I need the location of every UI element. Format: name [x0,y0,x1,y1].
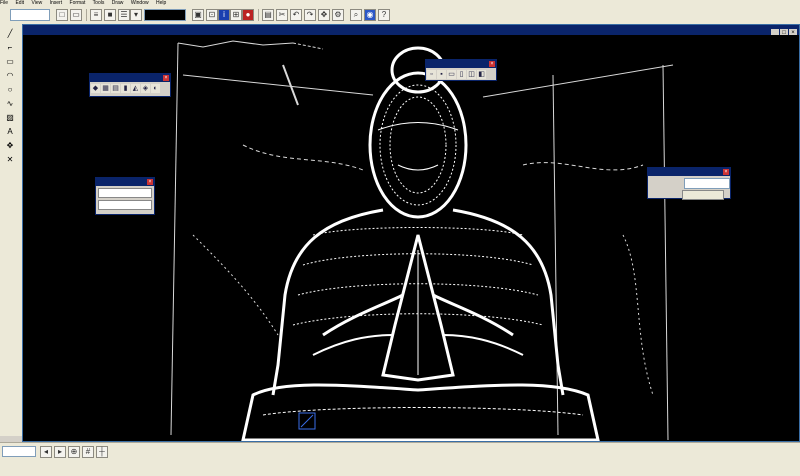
tool-5-icon[interactable]: ◭ [131,84,140,93]
ortho-icon[interactable]: ┼ [96,446,108,458]
tool-6-icon[interactable]: ◈ [141,84,150,93]
redo-icon[interactable]: ↷ [304,9,316,21]
property-row[interactable] [98,188,152,198]
save-icon[interactable]: ■ [104,9,116,21]
color-icon[interactable]: ▾ [130,9,142,21]
property-row[interactable] [98,200,152,210]
floating-toolbar-top[interactable]: × ▫ ▪ ▭ ▯ ◫ ◧ [425,59,497,81]
view-2-icon[interactable]: ▪ [437,70,446,79]
layer-icon[interactable]: ≡ [90,9,102,21]
globe-icon[interactable]: ◉ [364,9,376,21]
draw-toolbar: ╱ ⌐ ▭ ◠ ○ ∿ ▨ A ✥ ✕ [0,24,23,436]
cut-icon[interactable]: ✂ [276,9,288,21]
spline-tool-icon[interactable]: ∿ [3,98,17,110]
status-bar: ◂ ▸ ⊕ # ┼ [0,442,800,476]
hatch-tool-icon[interactable]: ▨ [3,112,17,124]
zoom-window-icon[interactable]: ⌕ [350,9,362,21]
main-toolbar: □ ▭ ≡ ■ ☰ ▾ ▣ ⊡ i ⊞ ● ▤ ✂ ↶ ↷ ✥ ⚙ ⌕ ◉ ? [0,6,800,25]
circle-tool-icon[interactable]: ○ [3,84,17,96]
toolbar-separator [86,9,87,21]
tool-7-icon[interactable]: ◐ [151,84,160,93]
view-6-icon[interactable]: ◧ [477,70,486,79]
open-icon[interactable]: ▭ [70,9,82,21]
toolbar-separator [258,9,259,21]
paste-icon[interactable]: ⊡ [206,9,218,21]
linetype-icon[interactable]: ☰ [118,9,130,21]
arc-tool-icon[interactable]: ◠ [3,70,17,82]
move-tool-icon[interactable]: ✥ [3,140,17,152]
record-icon[interactable]: ● [242,9,254,21]
info-icon[interactable]: i [218,9,230,21]
erase-tool-icon[interactable]: ✕ [3,154,17,166]
close-icon[interactable]: × [489,61,495,67]
command-input[interactable] [2,446,36,457]
view-5-icon[interactable]: ◫ [467,70,476,79]
copy-icon[interactable]: ▣ [192,9,204,21]
tool-4-icon[interactable]: ▮ [121,84,130,93]
properties-palette-title[interactable]: × [96,178,154,186]
zoom-icon[interactable]: ⊞ [230,9,242,21]
print-icon[interactable]: ▤ [262,9,274,21]
tool-3-icon[interactable]: ▤ [111,84,120,93]
help-icon[interactable]: ? [378,9,390,21]
drawing-window: _ □ × × ◆ ▦ ▤ ▮ ◭ ◈ ◐ × ▫ ▪ ▭ ▯ ◫ ◧ × × [22,24,800,442]
color-field[interactable] [144,9,186,21]
grid-icon[interactable]: # [82,446,94,458]
pan-icon[interactable]: ✥ [318,9,330,21]
view-3-icon[interactable]: ▭ [447,70,456,79]
line-tool-icon[interactable]: ╱ [3,28,17,40]
properties-palette[interactable]: × [95,177,155,215]
drawing-window-title [23,25,799,35]
floating-toolbar-top-title[interactable]: × [426,60,496,68]
new-icon[interactable]: □ [56,9,68,21]
tool-2-icon[interactable]: ▦ [101,84,110,93]
properties-icon[interactable]: ⚙ [332,9,344,21]
close-icon[interactable]: × [723,169,729,175]
dialog-field-input[interactable] [684,178,730,189]
floating-toolbar-left[interactable]: × ◆ ▦ ▤ ▮ ◭ ◈ ◐ [89,73,171,97]
text-tool-icon[interactable]: A [3,126,17,138]
floating-toolbar-left-title[interactable]: × [90,74,170,82]
dialog-palette-title[interactable]: × [648,168,730,176]
close-icon[interactable]: × [147,179,153,185]
polyline-tool-icon[interactable]: ⌐ [3,42,17,54]
undo-icon[interactable]: ↶ [290,9,302,21]
tool-1-icon[interactable]: ◆ [91,84,100,93]
layer-field[interactable] [10,9,50,21]
scroll-right-icon[interactable]: ▸ [54,446,66,458]
scroll-left-icon[interactable]: ◂ [40,446,52,458]
dialog-button[interactable] [682,190,724,200]
dialog-palette[interactable]: × [647,167,731,200]
snap-icon[interactable]: ⊕ [68,446,80,458]
view-1-icon[interactable]: ▫ [427,70,436,79]
rectangle-tool-icon[interactable]: ▭ [3,56,17,68]
close-icon[interactable]: × [163,75,169,81]
view-4-icon[interactable]: ▯ [457,70,466,79]
